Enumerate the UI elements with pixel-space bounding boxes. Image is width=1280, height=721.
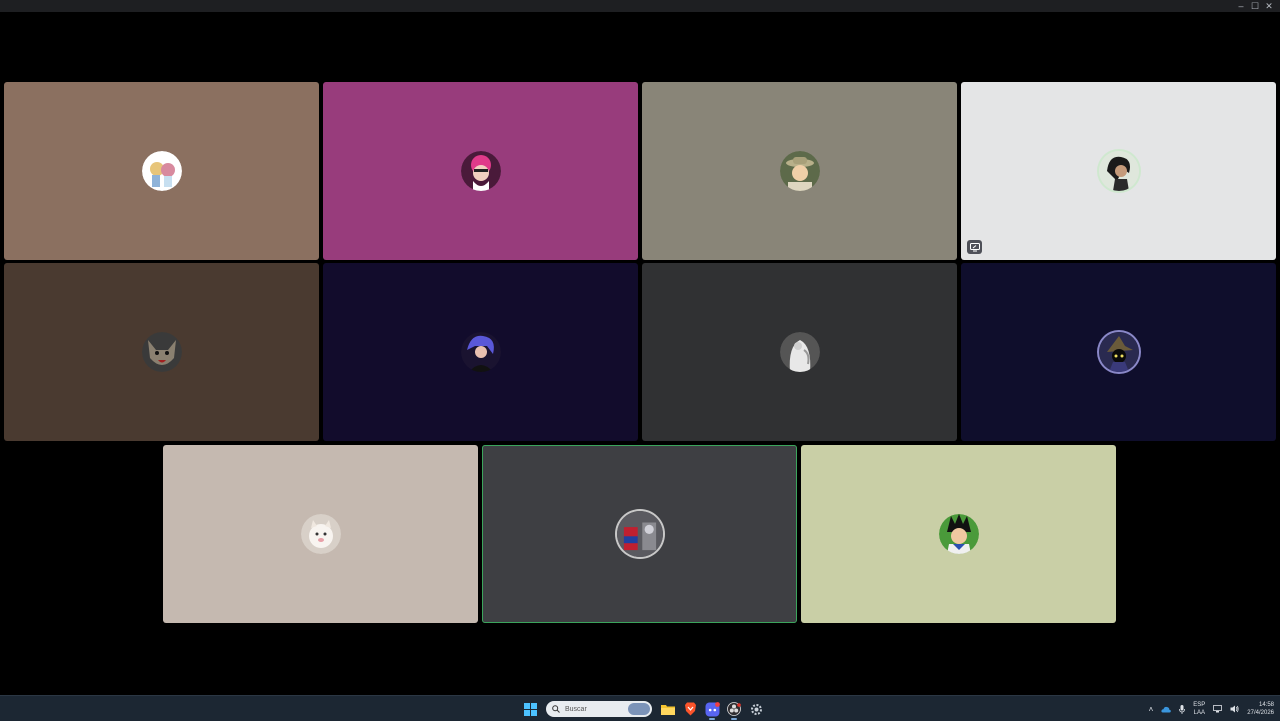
participant-tile[interactable] bbox=[4, 82, 319, 260]
obs-icon[interactable] bbox=[725, 700, 743, 720]
participant-tile[interactable] bbox=[4, 263, 319, 441]
window-controls: – ☐ ✕ bbox=[1234, 0, 1276, 12]
participant-tile[interactable] bbox=[961, 263, 1276, 441]
search-highlight-image bbox=[628, 703, 650, 715]
video-grid bbox=[0, 12, 1280, 695]
man-in-hat-avatar[interactable] bbox=[779, 151, 820, 191]
brave-browser-icon[interactable] bbox=[681, 700, 699, 718]
onedrive-icon[interactable] bbox=[1161, 706, 1172, 713]
window-titlebar: – ☐ ✕ bbox=[0, 0, 1280, 12]
maximize-button[interactable]: ☐ bbox=[1248, 0, 1262, 12]
discord-icon[interactable] bbox=[703, 700, 721, 720]
participant-tile[interactable] bbox=[642, 82, 957, 260]
participant-tile[interactable] bbox=[323, 82, 638, 260]
participant-tile[interactable] bbox=[163, 445, 478, 623]
windows-taskbar: Buscar ˄ ESP LAA 14:58 27/4/2026 bbox=[0, 695, 1280, 721]
clock-date: 27/4/2026 bbox=[1247, 710, 1274, 716]
input-language-indicator[interactable]: ESP LAA bbox=[1193, 701, 1205, 717]
screen-share-icon bbox=[967, 240, 982, 254]
purple-haired-avatar[interactable] bbox=[460, 332, 501, 372]
white-statue-avatar[interactable] bbox=[779, 332, 820, 372]
white-cat-avatar[interactable] bbox=[300, 514, 341, 554]
network-icon[interactable] bbox=[1213, 705, 1223, 713]
participant-tile[interactable] bbox=[961, 82, 1276, 260]
close-button[interactable]: ✕ bbox=[1262, 0, 1276, 12]
keyboard-layout-code: LAA bbox=[1193, 710, 1205, 716]
vegeta-avatar[interactable] bbox=[938, 514, 979, 554]
wolf-avatar[interactable] bbox=[141, 332, 182, 372]
system-tray: ˄ ESP LAA 14:58 27/4/2026 bbox=[1149, 698, 1274, 720]
search-icon bbox=[552, 705, 560, 713]
chevron-up-icon[interactable]: ˄ bbox=[1149, 705, 1154, 714]
dark-haired-avatar[interactable] bbox=[1098, 151, 1139, 191]
black-mage-avatar[interactable] bbox=[1098, 332, 1139, 372]
file-explorer-icon[interactable] bbox=[659, 700, 677, 718]
participant-tile[interactable] bbox=[801, 445, 1116, 623]
microphone-icon[interactable] bbox=[1179, 704, 1186, 714]
superhero-avatar[interactable] bbox=[616, 511, 663, 557]
volume-icon[interactable] bbox=[1230, 705, 1239, 713]
minimize-button[interactable]: – bbox=[1234, 0, 1248, 12]
windows-start-icon[interactable] bbox=[521, 700, 539, 718]
taskbar-search-box[interactable]: Buscar bbox=[546, 701, 652, 717]
settings-icon[interactable] bbox=[747, 700, 765, 718]
search-placeholder: Buscar bbox=[565, 705, 587, 713]
language-code: ESP bbox=[1193, 702, 1206, 708]
taskbar-clock[interactable]: 14:58 27/4/2026 bbox=[1247, 701, 1274, 717]
pink-haired-glasses-avatar[interactable] bbox=[460, 151, 501, 191]
participant-tile[interactable] bbox=[642, 263, 957, 441]
participant-tile[interactable] bbox=[323, 263, 638, 441]
taskbar-pinned-apps: Buscar bbox=[521, 699, 765, 720]
clock-time: 14:58 bbox=[1258, 702, 1274, 708]
participant-tile[interactable] bbox=[482, 445, 797, 623]
anime-blonde-avatar[interactable] bbox=[141, 151, 182, 191]
